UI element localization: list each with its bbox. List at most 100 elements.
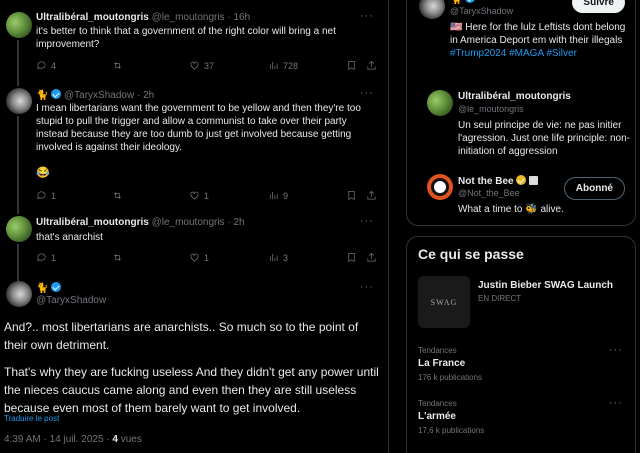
following-button[interactable]: Abonné	[563, 177, 625, 200]
trend-name[interactable]: La France	[418, 358, 465, 369]
like-button[interactable]: 1	[189, 190, 209, 201]
trend-count: 17,6 k publications	[418, 426, 485, 435]
analytics-icon	[269, 191, 278, 200]
user-handle[interactable]: @Not_the_Bee	[458, 188, 520, 198]
analytics-icon	[269, 61, 278, 70]
share-button[interactable]	[366, 190, 377, 201]
more-options-icon[interactable]: ···	[360, 10, 374, 22]
tweet-header: 🐈 @TaryxShadow · 2h	[36, 89, 154, 101]
heart-icon	[190, 191, 199, 200]
avatar[interactable]	[6, 88, 32, 114]
author-handle[interactable]: @le_moutongris · 2h	[152, 217, 245, 228]
share-icon	[367, 60, 376, 70]
user-bio-hashtags[interactable]: #Trump2024 #MAGA #Silver	[450, 48, 577, 59]
author-name[interactable]: 🐈	[36, 90, 48, 101]
avatar[interactable]	[419, 0, 445, 19]
author-handle[interactable]: @TaryxShadow	[36, 295, 106, 306]
tweet-emoji: 😂	[36, 167, 50, 179]
like-count: 1	[204, 190, 210, 201]
bookmark-button[interactable]	[346, 190, 357, 201]
tweet[interactable]: 🐈 @TaryxShadow · 2h ··· I mean libertari…	[0, 80, 388, 206]
like-button[interactable]: 37	[189, 60, 214, 71]
more-options-icon[interactable]: ···	[360, 87, 374, 99]
thread-line	[17, 272, 19, 280]
trends-panel: Ce qui se passe SWAG Justin Bieber SWAG …	[406, 236, 636, 453]
views-button[interactable]: 728	[268, 60, 298, 71]
like-button[interactable]: 1	[189, 252, 209, 263]
tweet[interactable]: Ultralibéral_moutongris @le_moutongris ·…	[0, 206, 388, 284]
more-options-icon[interactable]: ···	[360, 215, 374, 227]
thread-line	[17, 40, 19, 80]
thread-line	[17, 80, 19, 86]
reply-button[interactable]: 1	[36, 190, 56, 201]
bookmark-icon	[348, 253, 355, 263]
post-views-label: vues	[117, 434, 142, 445]
more-options-icon[interactable]: ···	[609, 344, 623, 356]
user-bio: What a time to 🐝 alive.	[458, 204, 564, 215]
like-count: 1	[204, 252, 210, 263]
verified-gold-badge-icon	[516, 175, 527, 185]
retweet-icon	[114, 192, 121, 199]
heart-icon	[190, 61, 199, 70]
share-button[interactable]	[366, 60, 377, 71]
user-handle[interactable]: @TaryxShadow	[450, 6, 513, 16]
share-button[interactable]	[366, 252, 377, 263]
retweet-button[interactable]	[112, 60, 127, 71]
not-the-bee-logo-icon[interactable]	[427, 174, 453, 200]
view-count: 728	[283, 60, 299, 71]
reply-button[interactable]: 1	[36, 252, 56, 263]
more-options-icon[interactable]: ···	[609, 397, 623, 409]
avatar[interactable]	[427, 90, 453, 116]
avatar[interactable]	[6, 281, 32, 307]
views-button[interactable]: 3	[268, 252, 288, 263]
trend-count: 176 k publications	[418, 373, 483, 382]
bee-logo-center	[431, 178, 449, 196]
more-options-icon[interactable]: ···	[360, 281, 374, 293]
avatar[interactable]	[6, 216, 32, 242]
live-event-title[interactable]: Justin Bieber SWAG Launch	[478, 280, 613, 291]
reply-count: 1	[51, 252, 57, 263]
author-handle[interactable]: @TaryxShadow · 2h	[64, 90, 154, 101]
user-name[interactable]: Not the Bee	[458, 175, 539, 187]
thread-line	[17, 206, 19, 214]
follow-button[interactable]: Suivre	[572, 0, 625, 13]
tweet-actions: 1 1 9	[36, 190, 376, 202]
tweet-actions: 4 37 728	[36, 60, 376, 72]
analytics-icon	[269, 253, 278, 262]
user-name-text: 🐈	[450, 0, 462, 5]
bookmark-button[interactable]	[346, 60, 357, 71]
focused-tweet-text-2: That's why they are fucking useless And …	[4, 365, 379, 415]
tweet-header: 🐈	[36, 282, 62, 294]
reply-icon	[37, 61, 46, 70]
tweet[interactable]: Ultralibéral_moutongris @le_moutongris ·…	[0, 0, 388, 80]
author-name[interactable]: Ultralibéral_moutongris	[36, 12, 149, 23]
user-name[interactable]: 🐈	[450, 0, 476, 5]
verified-badge-icon	[51, 89, 62, 99]
heart-icon	[190, 253, 199, 262]
trend-label: Tendances	[418, 346, 457, 355]
view-count: 3	[283, 252, 289, 263]
post-timestamp[interactable]: 4:39 AM · 14 juil. 2025 ·	[4, 434, 112, 445]
bookmark-button[interactable]	[346, 252, 357, 263]
view-count: 9	[283, 190, 289, 201]
retweet-icon	[114, 62, 121, 69]
reply-button[interactable]: 4	[36, 60, 56, 71]
avatar[interactable]	[6, 12, 32, 38]
reply-icon	[37, 253, 46, 262]
bookmark-icon	[348, 61, 355, 71]
author-handle-row: @TaryxShadow	[36, 295, 106, 306]
live-event-thumbnail[interactable]: SWAG	[418, 276, 470, 328]
author-handle[interactable]: @le_moutongris · 16h	[152, 12, 251, 23]
author-name[interactable]: 🐈	[36, 283, 48, 294]
retweet-button[interactable]	[112, 252, 127, 263]
retweet-button[interactable]	[112, 190, 127, 201]
trend-name[interactable]: L'armée	[418, 411, 456, 422]
like-count: 37	[204, 60, 215, 71]
user-name[interactable]: Ultralibéral_moutongris	[458, 91, 571, 102]
user-handle[interactable]: @le_moutongris	[458, 104, 524, 114]
verified-badge-icon	[465, 0, 476, 3]
views-button[interactable]: 9	[268, 190, 288, 201]
translate-post-link[interactable]: Traduire le post	[4, 414, 59, 423]
conversation-column: Ultralibéral_moutongris @le_moutongris ·…	[0, 0, 389, 453]
author-name[interactable]: Ultralibéral_moutongris	[36, 217, 149, 228]
